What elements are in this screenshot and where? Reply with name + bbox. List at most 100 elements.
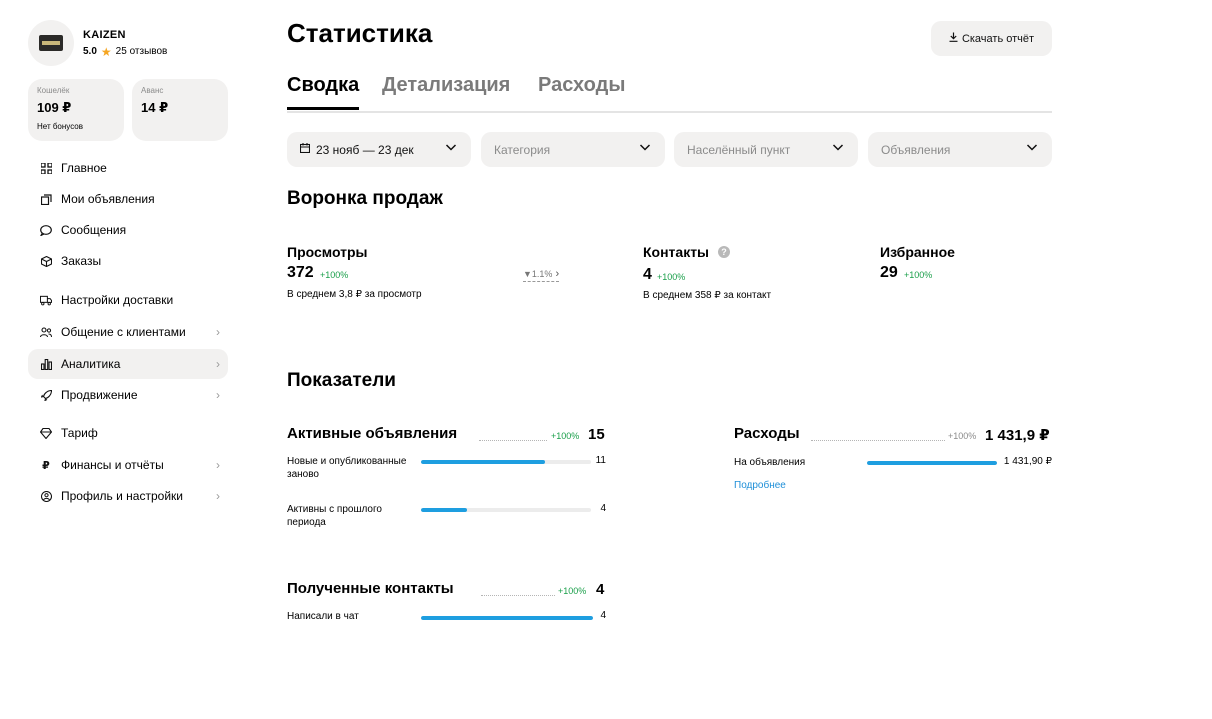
sidebar-item-main[interactable]: Главное [28, 153, 228, 183]
diamond-icon [40, 427, 52, 439]
tab-summary[interactable]: Сводка [287, 74, 360, 110]
category-select[interactable]: Категория [481, 132, 665, 167]
sidebar-item-label: Общение с клиентами [61, 325, 186, 339]
date-range-select[interactable]: 23 нояб — 23 дек [287, 132, 471, 167]
contacts-average: В среднем 358 ₽ за контакт [643, 290, 772, 301]
category-placeholder: Категория [494, 142, 551, 157]
sidebar-item-orders[interactable]: Заказы [28, 246, 228, 276]
star-icon: ★ [100, 44, 112, 59]
expenses-value: 1 431,9 ₽ [985, 427, 1050, 444]
sidebar-item-label: Тариф [61, 426, 98, 440]
profile-icon [40, 490, 52, 502]
row-value: 4 [600, 503, 606, 514]
shop-logo [39, 35, 63, 51]
row-value: 11 [595, 455, 606, 466]
locality-select[interactable]: Населённый пункт [674, 132, 858, 167]
sidebar-item-my-ads[interactable]: Мои объявления [28, 184, 228, 214]
sidebar-item-tariff[interactable]: Тариф [28, 418, 228, 448]
sidebar-item-analytics[interactable]: Аналитика › [28, 349, 228, 379]
contacts-label: Контакты [643, 244, 710, 260]
dotted-leader [481, 595, 555, 596]
sidebar-item-delivery[interactable]: Настройки доставки [28, 285, 228, 315]
sidebar-item-finance[interactable]: ₽ Финансы и отчёты › [28, 450, 228, 480]
chart-icon [40, 358, 52, 370]
conversion-link[interactable]: ▼1.1% › [523, 268, 560, 282]
sidebar-item-label: Продвижение [61, 388, 138, 402]
wallet-card[interactable]: Кошелёк 109 ₽ Нет бонусов [28, 79, 124, 141]
date-range-value: 23 нояб — 23 дек [316, 142, 414, 157]
avatar[interactable] [28, 20, 74, 66]
favorites-label: Избранное [880, 244, 955, 260]
chevron-down-icon [1026, 141, 1038, 156]
profile-header[interactable]: KAIZEN 5.0 ★ 25 отзывов [28, 20, 167, 66]
sidebar-item-label: Профиль и настройки [61, 489, 183, 503]
ruble-icon: ₽ [42, 459, 50, 472]
help-icon[interactable]: ? [718, 246, 730, 258]
bar-fill [867, 461, 997, 465]
sidebar-item-messages[interactable]: Сообщения [28, 215, 228, 245]
wallet-value: 109 ₽ [37, 100, 72, 115]
chevron-down-icon [832, 141, 844, 156]
sidebar-item-label: Заказы [61, 254, 102, 268]
sidebar-item-profile[interactable]: Профиль и настройки › [28, 481, 228, 511]
sidebar-item-label: Мои объявления [61, 192, 155, 206]
expenses-delta: +100% [948, 431, 977, 441]
chevron-right-icon: › [216, 458, 220, 472]
chevron-right-icon: › [216, 388, 220, 402]
chevron-right-icon: › [552, 268, 560, 280]
expenses-title: Расходы [734, 425, 800, 442]
calendar-icon [299, 143, 311, 156]
rocket-icon [40, 389, 52, 401]
dotted-leader [479, 440, 547, 441]
row-label: Новые и опубликованные заново [287, 456, 407, 480]
active-ads-delta: +100% [551, 431, 580, 441]
shop-name: KAIZEN [83, 29, 126, 41]
chevron-right-icon: › [216, 489, 220, 503]
ads-select[interactable]: Объявления [868, 132, 1052, 167]
sidebar-item-label: Финансы и отчёты [61, 458, 164, 472]
funnel-title: Воронка продаж [287, 188, 443, 209]
received-contacts-delta: +100% [558, 586, 587, 596]
tab-details[interactable]: Детализация [382, 74, 510, 107]
download-label: Скачать отчёт [961, 32, 1035, 45]
views-delta: +100% [320, 270, 349, 280]
row-label: Написали в чат [287, 611, 359, 622]
ads-placeholder: Объявления [881, 142, 951, 157]
rating-value: 5.0 [83, 46, 97, 57]
indicators-title: Показатели [287, 370, 396, 391]
favorites-delta: +100% [904, 270, 933, 280]
tab-expenses[interactable]: Расходы [538, 74, 625, 107]
filter-funnel-icon: ▼ [523, 269, 532, 279]
row-value: 4 [600, 610, 606, 621]
sidebar-item-promotion[interactable]: Продвижение › [28, 380, 228, 410]
row-value: 1 431,90 ₽ [1003, 456, 1052, 467]
advance-card[interactable]: Аванс 14 ₽ [132, 79, 228, 141]
reviews-count[interactable]: 25 отзывов [116, 46, 168, 57]
favorites-value: 29 [880, 264, 898, 281]
chevron-down-icon [639, 141, 651, 156]
sidebar-item-label: Главное [61, 161, 107, 175]
bar-fill [421, 508, 467, 512]
sidebar-item-clients[interactable]: Общение с клиентами › [28, 317, 228, 347]
download-icon [949, 32, 958, 45]
bar-track [867, 461, 997, 465]
active-ads-value: 15 [588, 426, 605, 443]
row-label: Активны с прошлого периода [287, 504, 382, 528]
locality-placeholder: Населённый пункт [687, 142, 791, 157]
chat-icon [40, 224, 52, 236]
chevron-right-icon: › [216, 357, 220, 371]
contacts-value: 4 [643, 266, 652, 283]
download-report-button[interactable]: Скачать отчёт [931, 21, 1052, 56]
dotted-leader [811, 440, 945, 441]
views-label: Просмотры [287, 244, 368, 260]
details-link[interactable]: Подробнее [734, 480, 786, 491]
views-value: 372 [287, 264, 314, 281]
tabs: Сводка Детализация Расходы [287, 74, 1052, 113]
sidebar-item-label: Сообщения [61, 223, 127, 237]
copy-icon [40, 193, 52, 205]
truck-icon [40, 294, 52, 306]
received-contacts-title: Полученные контакты [287, 580, 454, 597]
users-icon [40, 326, 52, 338]
conversion-value: 1.1% [531, 269, 553, 279]
chevron-right-icon: › [216, 325, 220, 339]
